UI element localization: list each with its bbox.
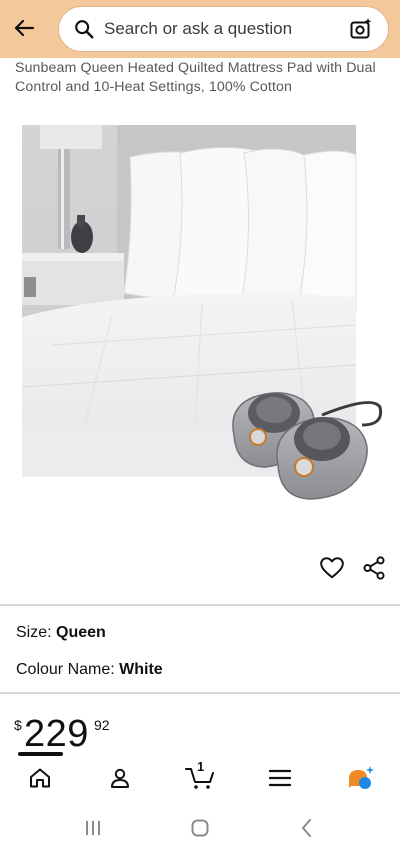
spec-colour-label: Colour Name: <box>16 661 115 678</box>
back-arrow-icon <box>14 19 35 37</box>
spec-colour: Colour Name: White <box>16 661 163 679</box>
cart-icon[interactable]: 1 <box>180 759 220 796</box>
divider <box>0 692 400 694</box>
spec-size-label: Size: <box>16 624 52 641</box>
search-icon <box>72 17 96 41</box>
cart-count: 1 <box>197 759 205 774</box>
camera-search-icon[interactable] <box>348 16 374 42</box>
product-actions <box>318 553 388 583</box>
product-image[interactable] <box>21 125 384 505</box>
system-nav <box>0 808 400 848</box>
top-header-bar <box>0 0 400 58</box>
heart-icon[interactable] <box>318 554 346 582</box>
price-currency: $ <box>14 717 22 733</box>
bottom-nav: 1 <box>0 758 400 798</box>
home-circle-icon[interactable] <box>180 810 220 846</box>
price-underline <box>18 752 63 756</box>
spec-colour-value: White <box>119 661 163 678</box>
account-icon[interactable] <box>100 760 140 796</box>
spec-size-value: Queen <box>56 624 106 641</box>
price-whole: 229 <box>24 713 89 755</box>
share-icon[interactable] <box>360 554 388 582</box>
product-title: Sunbeam Queen Heated Quilted Mattress Pa… <box>15 60 376 95</box>
back-button[interactable] <box>6 10 42 46</box>
rufus-icon[interactable] <box>340 760 380 796</box>
recents-icon[interactable] <box>73 810 113 846</box>
divider <box>0 604 400 606</box>
price-fraction: 92 <box>94 717 110 733</box>
back-chevron-icon[interactable] <box>287 810 327 846</box>
menu-icon[interactable] <box>260 760 300 796</box>
spec-size: Size: Queen <box>16 624 106 642</box>
home-icon[interactable] <box>20 760 60 796</box>
search-input[interactable] <box>104 19 348 39</box>
search-bar[interactable] <box>58 6 389 52</box>
